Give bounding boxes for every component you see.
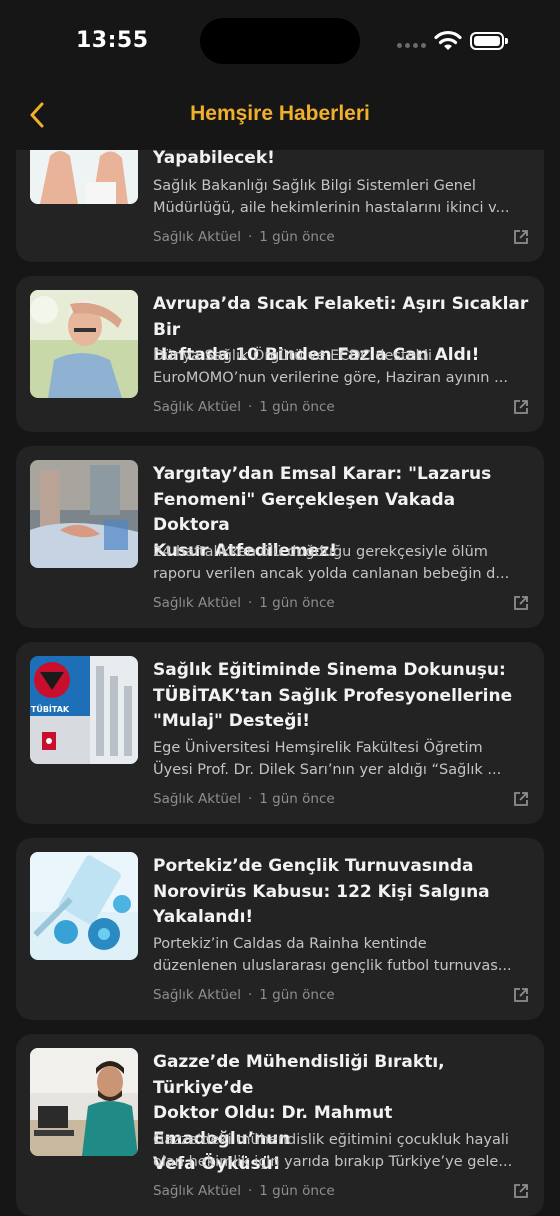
news-title-line: Yakalandı! — [153, 907, 254, 927]
news-feed[interactable]: Yapabilecek! Sağlık Bakanlığı Sağlık Bil… — [0, 150, 560, 1216]
status-bar: 13:55 — [0, 0, 560, 84]
news-title-line: TÜBİTAK’tan Sağlık Profesyonellerine — [153, 685, 513, 706]
news-summary: Sağlık Bakanlığı Sağlık Bilgi Sistemleri… — [153, 175, 529, 219]
news-summary-line: 24 haftalıkken ölü doğduğu gerekçesiyle … — [153, 544, 488, 560]
news-thumbnail: TÜBİTAK — [30, 656, 138, 764]
news-summary-line: Sağlık Bakanlığı Sağlık Bilgi Sistemleri… — [153, 178, 476, 194]
news-time: 1 gün önce — [259, 791, 335, 807]
news-meta: Sağlık Aktüel · 1 gün önce — [153, 229, 335, 245]
news-title-line: Yargıtay’dan Emsal Karar: "Lazarus — [153, 464, 492, 484]
news-meta: Sağlık Aktüel · 1 gün önce — [153, 595, 335, 611]
news-title-line: Gazze’de Mühendisliği Bıraktı, Türkiye’d… — [153, 1052, 445, 1098]
external-link-icon[interactable] — [512, 1182, 530, 1200]
news-thumbnail — [30, 290, 138, 398]
news-meta: Sağlık Aktüel · 1 gün önce — [153, 399, 335, 415]
status-time: 13:55 — [76, 28, 149, 53]
news-summary: 24 haftalıkken ölü doğduğu gerekçesiyle … — [153, 541, 529, 585]
navigation-bar: Hemşire Haberleri — [0, 84, 560, 150]
news-card[interactable]: Avrupa’da Sıcak Felaketi: Aşırı Sıcaklar… — [16, 276, 544, 432]
news-source: Sağlık Aktüel — [153, 229, 241, 245]
external-link-icon[interactable] — [512, 986, 530, 1004]
news-time: 1 gün önce — [259, 595, 335, 611]
external-link-icon[interactable] — [512, 790, 530, 808]
news-summary-line: EuroMOMO’nun verilerine göre, Haziran ay… — [153, 370, 508, 386]
news-title-line: Fenomeni" Gerçekleşen Vakada Doktora — [153, 489, 456, 536]
news-thumbnail — [30, 460, 138, 568]
news-summary-line: Dünya Sağlık Örgütü ve ECDC destekli — [153, 348, 433, 364]
news-thumbnail — [30, 852, 138, 960]
news-source: Sağlık Aktüel — [153, 987, 241, 1003]
news-summary: Ege Üniversitesi Hemşirelik Fakültesi Öğ… — [153, 737, 529, 781]
news-time: 1 gün önce — [259, 1183, 335, 1199]
news-title-line: Norovirüs Kabusu: 122 Kişi Salgına — [153, 881, 490, 902]
news-thumbnail — [30, 150, 138, 204]
news-source: Sağlık Aktüel — [153, 791, 241, 807]
news-meta: Sağlık Aktüel · 1 gün önce — [153, 1183, 335, 1199]
news-source: Sağlık Aktüel — [153, 1183, 241, 1199]
news-thumbnail — [30, 1048, 138, 1156]
news-summary-line: Gazze'deki mühendislik eğitimini çocuklu… — [153, 1132, 509, 1148]
battery-icon — [470, 32, 508, 50]
news-title-line: "Mulaj" Desteği! — [153, 711, 310, 731]
news-card[interactable]: Portekiz’de Gençlik Turnuvasında Norovir… — [16, 838, 544, 1020]
news-summary-line: Müdürlüğü, aile hekimlerinin hastalarını… — [153, 200, 510, 216]
svg-text:TÜBİTAK: TÜBİTAK — [31, 704, 70, 714]
news-summary: Dünya Sağlık Örgütü ve ECDC destekli Eur… — [153, 345, 529, 389]
news-title-line: Avrupa’da Sıcak Felaketi: Aşırı Sıcaklar… — [153, 294, 529, 340]
news-summary-line: olan hekimlik için yarıda bırakıp Türkiy… — [153, 1154, 513, 1170]
news-meta: Sağlık Aktüel · 1 gün önce — [153, 987, 335, 1003]
news-title[interactable]: Sağlık Eğitiminde Sinema Dokunuşu: TÜBİT… — [153, 658, 531, 735]
news-source: Sağlık Aktüel — [153, 595, 241, 611]
news-summary-line: düzenlenen uluslararası gençlik futbol t… — [153, 958, 512, 974]
external-link-icon[interactable] — [512, 398, 530, 416]
news-title-line: Portekiz’de Gençlik Turnuvasında — [153, 856, 474, 876]
news-title-line: Sağlık Eğitiminde Sinema Dokunuşu: — [153, 660, 506, 680]
dynamic-island — [200, 18, 360, 64]
cellular-signal-icon — [397, 43, 426, 48]
news-meta: Sağlık Aktüel · 1 gün önce — [153, 791, 335, 807]
news-summary-line: Portekiz’in Caldas da Rainha kentinde — [153, 936, 427, 952]
wifi-icon — [434, 30, 462, 56]
news-card[interactable]: Gazze’de Mühendisliği Bıraktı, Türkiye’d… — [16, 1034, 544, 1216]
news-time: 1 gün önce — [259, 987, 335, 1003]
news-time: 1 gün önce — [259, 229, 335, 245]
news-summary-line: Üyesi Prof. Dr. Dilek Sarı’nın yer aldığ… — [153, 762, 502, 778]
external-link-icon[interactable] — [512, 594, 530, 612]
news-summary-line: raporu verilen ancak yolda canlanan bebe… — [153, 566, 510, 582]
news-card[interactable]: Yargıtay’dan Emsal Karar: "Lazarus Fenom… — [16, 446, 544, 628]
news-summary: Gazze'deki mühendislik eğitimini çocuklu… — [153, 1129, 529, 1173]
page-title: Hemşire Haberleri — [190, 102, 370, 125]
news-time: 1 gün önce — [259, 399, 335, 415]
news-summary: Portekiz’in Caldas da Rainha kentinde dü… — [153, 933, 529, 977]
external-link-icon[interactable] — [512, 228, 530, 246]
news-summary-line: Ege Üniversitesi Hemşirelik Fakültesi Öğ… — [153, 740, 483, 756]
news-title[interactable]: Yapabilecek! — [153, 150, 531, 172]
news-title[interactable]: Portekiz’de Gençlik Turnuvasında Norovir… — [153, 854, 531, 931]
news-card[interactable]: TÜBİTAK Sağlık Eğitiminde Sinema Dokunuş… — [16, 642, 544, 824]
news-source: Sağlık Aktüel — [153, 399, 241, 415]
news-title-line: Yapabilecek! — [153, 150, 275, 168]
news-card[interactable]: Yapabilecek! Sağlık Bakanlığı Sağlık Bil… — [16, 150, 544, 262]
